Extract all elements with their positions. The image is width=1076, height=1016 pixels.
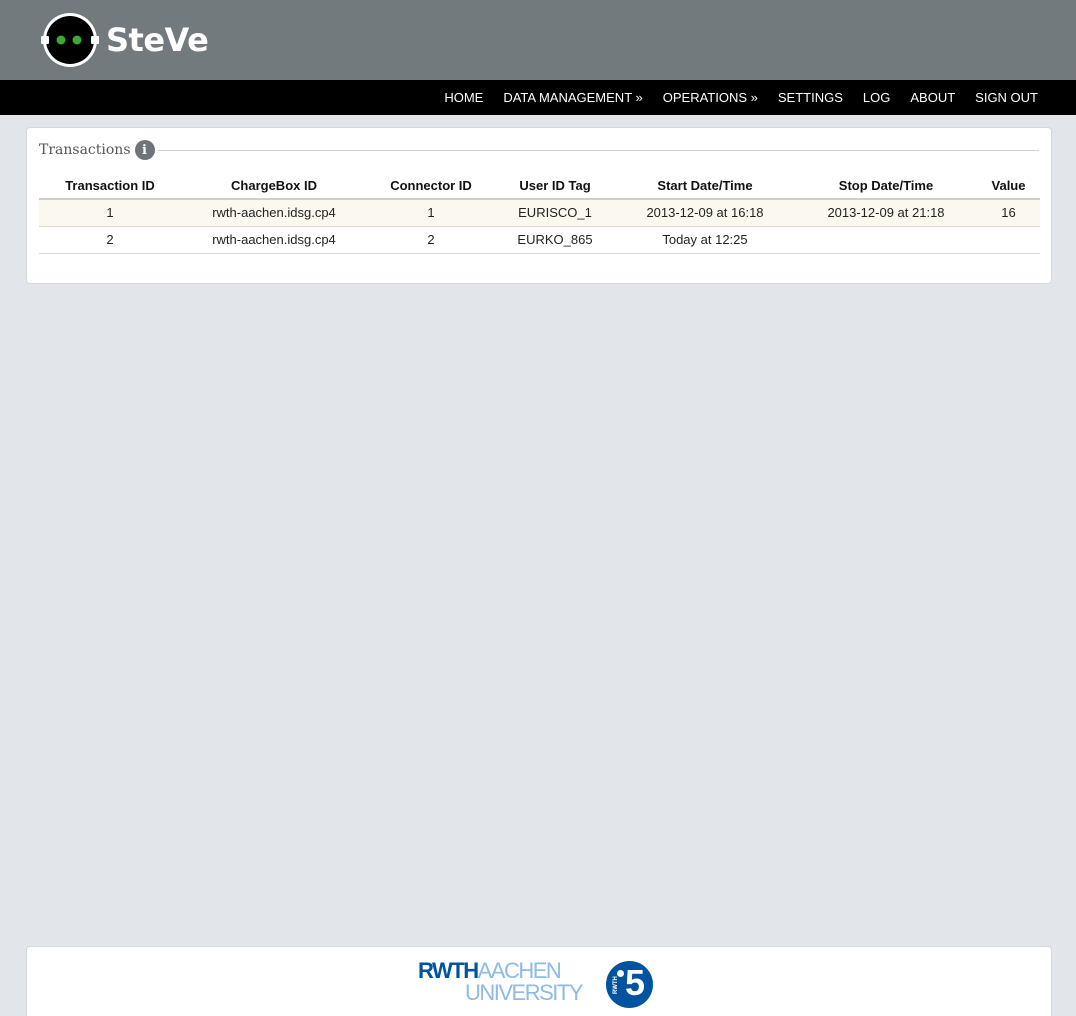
column-header-transaction-id: Transaction ID bbox=[39, 172, 181, 200]
nav-bar: HOME DATA MANAGEMENT » OPERATIONS » SETT… bbox=[0, 80, 1076, 115]
nav-home[interactable]: HOME bbox=[444, 90, 483, 105]
app-name: SteVe bbox=[106, 21, 209, 59]
column-header-user-id-tag: User ID Tag bbox=[495, 172, 615, 200]
cell-user-id-tag: EURKO_865 bbox=[495, 226, 615, 254]
cell-start-datetime: 2013-12-09 at 16:18 bbox=[615, 199, 795, 227]
nav-about[interactable]: ABOUT bbox=[910, 90, 955, 105]
transactions-panel: Transactions i Transaction ID ChargeBox … bbox=[26, 127, 1052, 284]
cell-transaction-id: 1 bbox=[39, 199, 181, 227]
main-nav: HOME DATA MANAGEMENT » OPERATIONS » SETT… bbox=[424, 80, 1038, 115]
column-header-stop-datetime: Stop Date/Time bbox=[795, 172, 977, 200]
section-legend: Transactions i bbox=[39, 140, 155, 160]
info-icon[interactable]: i bbox=[134, 140, 155, 160]
logo-university-text: UNIVERSITY bbox=[464, 980, 584, 1005]
column-header-chargebox-id: ChargeBox ID bbox=[181, 172, 367, 200]
cell-start-datetime: Today at 12:25 bbox=[615, 226, 795, 254]
cell-connector-id: 1 bbox=[367, 199, 495, 227]
cell-transaction-id: 2 bbox=[39, 226, 181, 254]
table-row[interactable]: 2 rwth-aachen.idsg.cp4 2 EURKO_865 Today… bbox=[39, 226, 1040, 254]
logo-line-1: RWTHAACHEN bbox=[418, 960, 588, 982]
nav-log[interactable]: LOG bbox=[863, 90, 890, 105]
footer: RWTHAACHEN UNIVERSITY RWTH 5 bbox=[26, 946, 1052, 1016]
badge-number: 5 bbox=[624, 962, 645, 1003]
column-header-value: Value bbox=[977, 172, 1040, 200]
table-header-row: Transaction ID ChargeBox ID Connector ID… bbox=[39, 172, 1040, 200]
cell-chargebox-id: rwth-aachen.idsg.cp4 bbox=[181, 226, 367, 254]
robot-face-icon bbox=[41, 13, 99, 67]
cell-connector-id: 2 bbox=[367, 226, 495, 254]
nav-sign-out[interactable]: SIGN OUT bbox=[975, 90, 1038, 105]
rwth-aachen-university-logo[interactable]: RWTHAACHEN UNIVERSITY bbox=[418, 960, 588, 1008]
cell-stop-datetime bbox=[795, 226, 977, 254]
cell-user-id-tag: EURISCO_1 bbox=[495, 199, 615, 227]
badge-text: RWTH bbox=[613, 976, 619, 994]
column-header-start-datetime: Start Date/Time bbox=[615, 172, 795, 200]
cell-chargebox-id: rwth-aachen.idsg.cp4 bbox=[181, 199, 367, 227]
header: SteVe bbox=[0, 0, 1076, 80]
cell-value bbox=[977, 226, 1040, 254]
legend-divider bbox=[158, 150, 1039, 151]
cell-value: 16 bbox=[977, 199, 1040, 227]
section-title: Transactions bbox=[39, 142, 131, 158]
table-row[interactable]: 1 rwth-aachen.idsg.cp4 1 EURISCO_1 2013-… bbox=[39, 199, 1040, 227]
logo[interactable]: SteVe bbox=[40, 11, 209, 69]
nav-data-management[interactable]: DATA MANAGEMENT » bbox=[503, 90, 642, 105]
column-header-connector-id: Connector ID bbox=[367, 172, 495, 200]
rwth-5-badge-icon[interactable]: RWTH 5 bbox=[606, 961, 653, 1008]
nav-settings[interactable]: SETTINGS bbox=[778, 90, 843, 105]
nav-operations[interactable]: OPERATIONS » bbox=[663, 90, 758, 105]
cell-stop-datetime: 2013-12-09 at 21:18 bbox=[795, 199, 977, 227]
transactions-table: Transaction ID ChargeBox ID Connector ID… bbox=[39, 172, 1040, 254]
